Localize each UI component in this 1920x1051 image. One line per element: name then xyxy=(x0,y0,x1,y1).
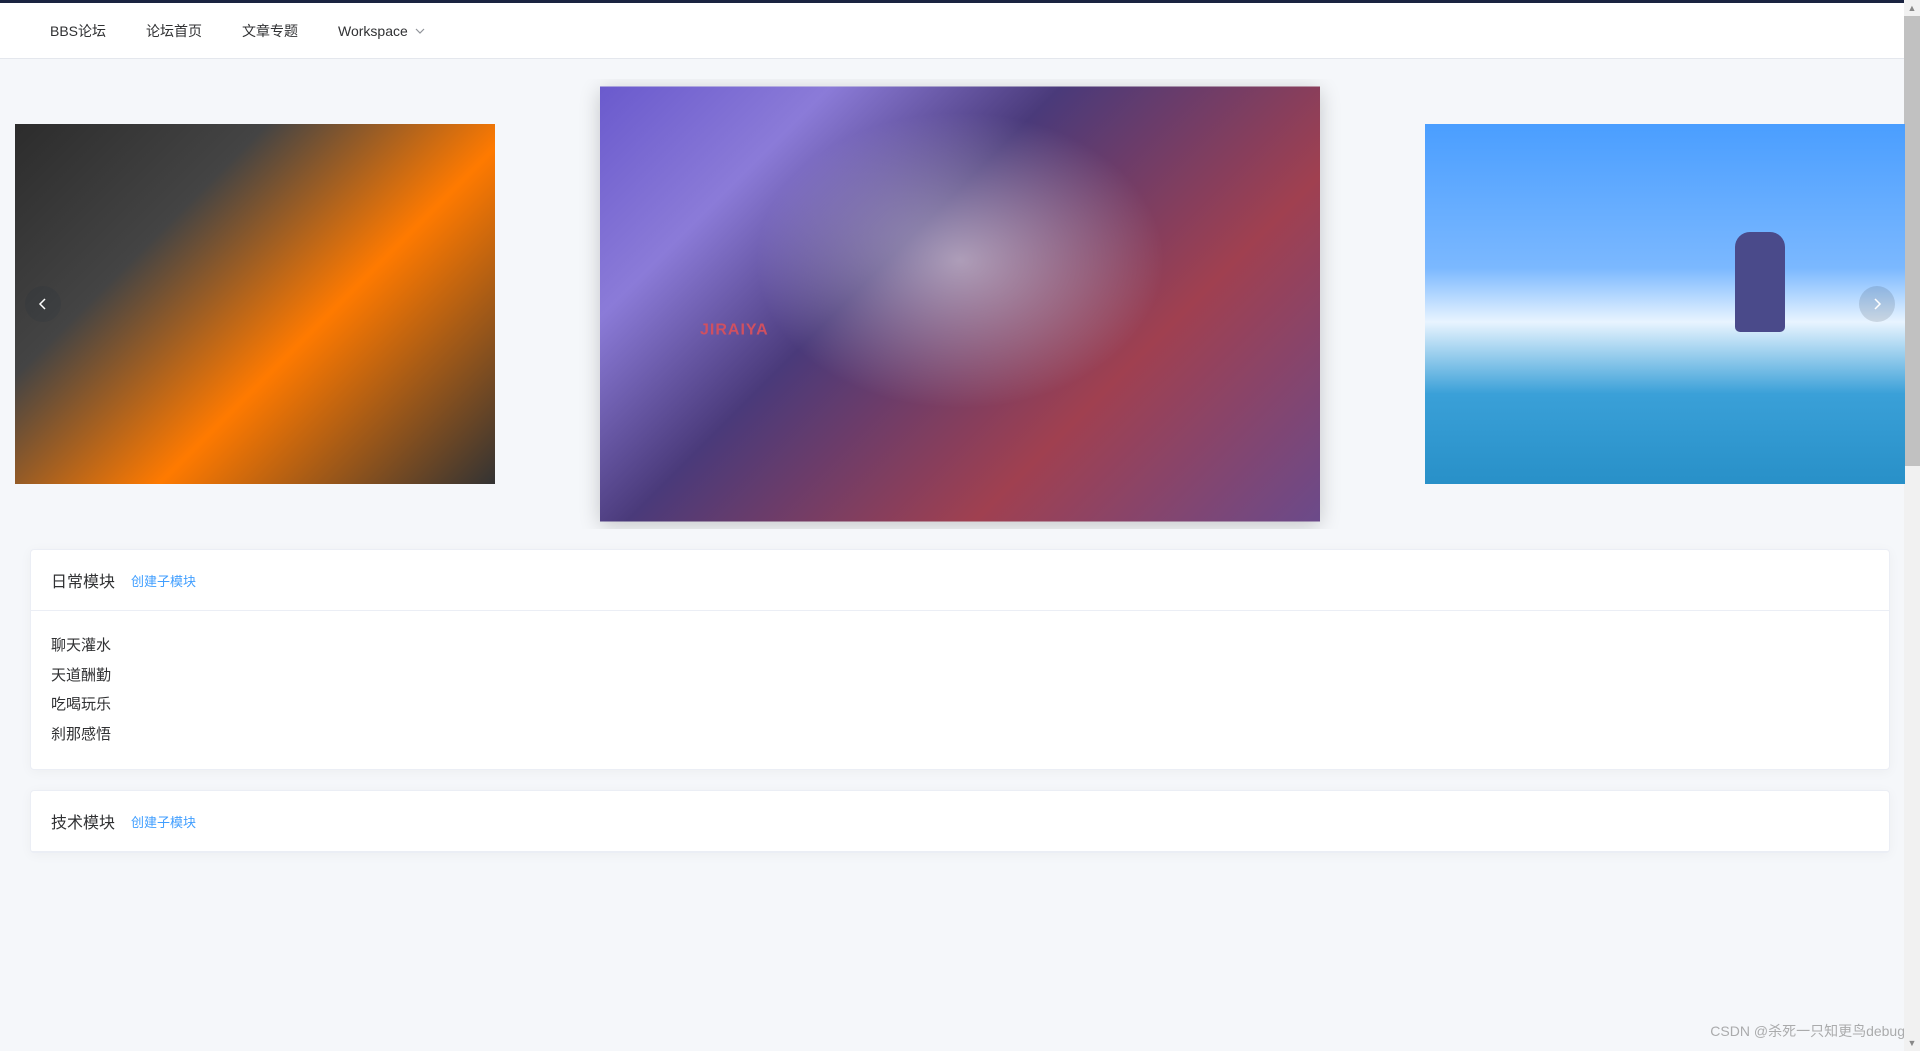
scrollbar-down-arrow[interactable]: ▼ xyxy=(1904,1035,1920,1051)
carousel-image xyxy=(1425,124,1905,484)
create-submodule-link[interactable]: 创建子模块 xyxy=(131,571,196,590)
scrollbar-thumb[interactable] xyxy=(1904,16,1920,466)
carousel-image xyxy=(15,124,495,484)
create-submodule-link[interactable]: 创建子模块 xyxy=(131,812,196,831)
module-item[interactable]: 天道酬勤 xyxy=(51,661,1869,691)
carousel-slide-left[interactable] xyxy=(15,124,495,484)
chevron-right-icon xyxy=(1870,297,1884,311)
nav-item-workspace[interactable]: Workspace xyxy=(318,3,446,59)
chevron-left-icon xyxy=(36,297,50,311)
content-area: 日常模块 创建子模块 聊天灌水 天道酬勤 吃喝玩乐 刹那感悟 技术模块 创建子模… xyxy=(0,549,1920,903)
module-item[interactable]: 聊天灌水 xyxy=(51,631,1869,661)
card-title: 日常模块 xyxy=(51,568,115,592)
nav-item-bbs[interactable]: BBS论坛 xyxy=(30,3,126,59)
nav-item-articles[interactable]: 文章专题 xyxy=(222,3,318,59)
nav-label: 文章专题 xyxy=(242,21,298,41)
scrollbar-track[interactable]: ▲ ▼ xyxy=(1904,0,1920,1051)
scrollbar-up-arrow[interactable]: ▲ xyxy=(1904,0,1920,16)
carousel-image: JIRAIYA xyxy=(600,87,1320,522)
chevron-down-icon xyxy=(414,25,426,37)
card-body: 聊天灌水 天道酬勤 吃喝玩乐 刹那感悟 xyxy=(31,611,1889,769)
main-nav: BBS论坛 论坛首页 文章专题 Workspace xyxy=(0,3,1920,59)
module-card-daily: 日常模块 创建子模块 聊天灌水 天道酬勤 吃喝玩乐 刹那感悟 xyxy=(30,549,1890,770)
card-header: 技术模块 创建子模块 xyxy=(31,791,1889,852)
watermark-text: CSDN @杀死一只知更鸟debug xyxy=(1710,1021,1905,1041)
carousel-slide-right[interactable] xyxy=(1425,124,1905,484)
nav-label: 论坛首页 xyxy=(146,21,202,41)
nav-item-forum-home[interactable]: 论坛首页 xyxy=(126,3,222,59)
card-title: 技术模块 xyxy=(51,809,115,833)
carousel-prev-button[interactable] xyxy=(25,286,61,322)
nav-label: BBS论坛 xyxy=(50,21,106,41)
module-card-tech: 技术模块 创建子模块 xyxy=(30,790,1890,853)
carousel-next-button[interactable] xyxy=(1859,286,1895,322)
image-carousel: JIRAIYA xyxy=(0,79,1920,529)
module-item[interactable]: 刹那感悟 xyxy=(51,720,1869,750)
image-text-label: JIRAIYA xyxy=(700,321,769,339)
nav-label: Workspace xyxy=(338,23,408,39)
card-header: 日常模块 创建子模块 xyxy=(31,550,1889,611)
carousel-slide-center[interactable]: JIRAIYA xyxy=(600,87,1320,522)
module-item[interactable]: 吃喝玩乐 xyxy=(51,690,1869,720)
